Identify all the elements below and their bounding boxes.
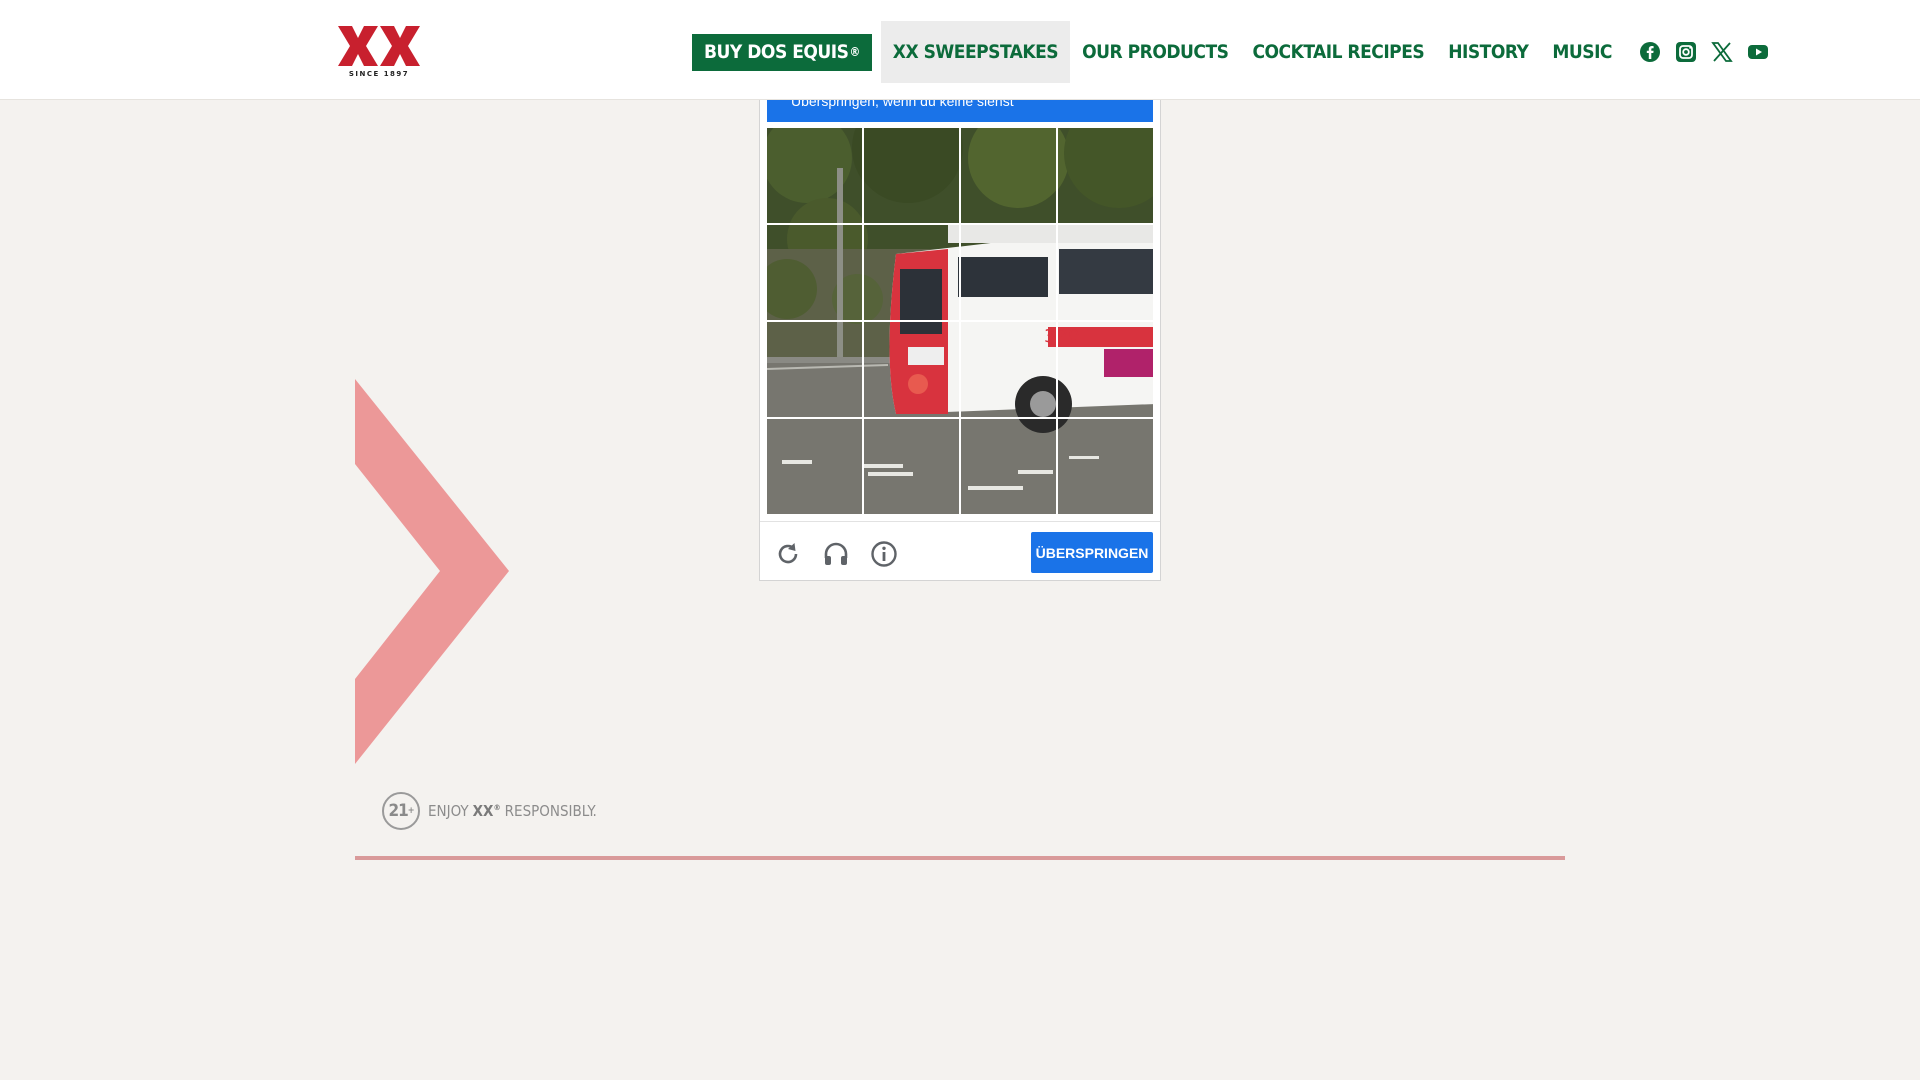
captcha-tile[interactable] [1058, 225, 1153, 320]
captcha-image-grid [767, 128, 1153, 514]
nav-buy-label: BUY DOS EQUIS [704, 41, 849, 63]
captcha-tile[interactable] [767, 225, 862, 320]
site-header: SINCE 1897 BUY DOS EQUIS ® XX SWEEPSTAKES… [0, 0, 1920, 100]
captcha-tile[interactable] [864, 128, 959, 223]
social-links [1632, 40, 1776, 64]
captcha-tile-image [1058, 225, 1153, 320]
info-icon[interactable] [870, 540, 898, 568]
captcha-tile[interactable] [1058, 322, 1153, 417]
xx-logo-icon [338, 26, 420, 66]
captcha-instruction-banner: Überspringen, wenn du keine siehst [767, 100, 1153, 122]
nav-music[interactable]: MUSIC [1540, 41, 1624, 63]
captcha-tile-image [1058, 419, 1153, 514]
captcha-tile[interactable] [961, 419, 1056, 514]
dos-equis-logo[interactable]: SINCE 1897 [336, 24, 422, 80]
responsibility-notice: 21 + ENJOY XX® RESPONSIBLY. [382, 792, 597, 830]
captcha-tile[interactable] [767, 419, 862, 514]
captcha-tile[interactable] [961, 128, 1056, 223]
captcha-toolbar: ÜBERSPRINGEN [760, 521, 1160, 581]
brand-xx: XX® [472, 802, 501, 820]
captcha-tile[interactable] [961, 225, 1056, 320]
age-badge-number: 21 [388, 801, 408, 821]
captcha-tile-image [767, 225, 862, 320]
youtube-icon[interactable] [1746, 40, 1770, 64]
captcha-tile[interactable] [1058, 419, 1153, 514]
captcha-tile-image [961, 225, 1056, 320]
x-icon[interactable] [1710, 40, 1734, 64]
captcha-tile-image [864, 419, 959, 514]
captcha-tile-image [961, 419, 1056, 514]
captcha-tile[interactable] [1058, 128, 1153, 223]
nav-xx-sweepstakes[interactable]: XX SWEEPSTAKES [880, 21, 1071, 83]
reload-icon[interactable] [774, 540, 802, 568]
captcha-tile-image [961, 128, 1056, 223]
captcha-tile[interactable] [864, 225, 959, 320]
captcha-tile[interactable] [864, 419, 959, 514]
captcha-tile-image [767, 128, 862, 223]
captcha-tile-image [864, 225, 959, 320]
brand-registered-mark: ® [493, 803, 501, 812]
captcha-tile-image [1058, 128, 1153, 223]
registered-mark: ® [849, 45, 860, 59]
logo-tagline: SINCE 1897 [348, 70, 410, 78]
captcha-tile-image [1058, 322, 1153, 417]
decorative-chevron-icon [355, 379, 509, 764]
nav-our-products[interactable]: OUR PRODUCTS [1070, 41, 1240, 63]
enjoy-text: ENJOY [428, 802, 469, 820]
skip-button[interactable]: ÜBERSPRINGEN [1031, 532, 1153, 573]
headphones-icon[interactable] [822, 540, 850, 568]
captcha-tile-image [961, 322, 1056, 417]
age-21-badge: 21 + [382, 792, 420, 830]
facebook-icon[interactable] [1638, 40, 1662, 64]
age-badge-plus: + [407, 806, 415, 816]
captcha-instruction-text: Überspringen, wenn du keine siehst [791, 100, 1014, 109]
captcha-tile[interactable] [864, 322, 959, 417]
nav-cocktail-recipes[interactable]: COCKTAIL RECIPES [1240, 41, 1436, 63]
captcha-widget: Überspringen, wenn du keine siehst ÜBERS… [759, 100, 1161, 581]
captcha-tile[interactable] [961, 322, 1056, 417]
captcha-tile[interactable] [767, 322, 862, 417]
captcha-tile[interactable] [767, 128, 862, 223]
responsibility-text: ENJOY XX® RESPONSIBLY. [428, 802, 597, 820]
nav-buy-dos-equis[interactable]: BUY DOS EQUIS ® [692, 33, 872, 71]
main-nav: BUY DOS EQUIS ® XX SWEEPSTAKES OUR PRODUC… [692, 21, 1776, 83]
footer-divider [355, 856, 1565, 860]
instagram-icon[interactable] [1674, 40, 1698, 64]
captcha-tile-image [767, 322, 862, 417]
responsibly-text: RESPONSIBLY. [504, 802, 597, 820]
captcha-tile-image [864, 128, 959, 223]
captcha-tile-image [767, 419, 862, 514]
nav-history[interactable]: HISTORY [1436, 41, 1540, 63]
captcha-tile-image [864, 322, 959, 417]
